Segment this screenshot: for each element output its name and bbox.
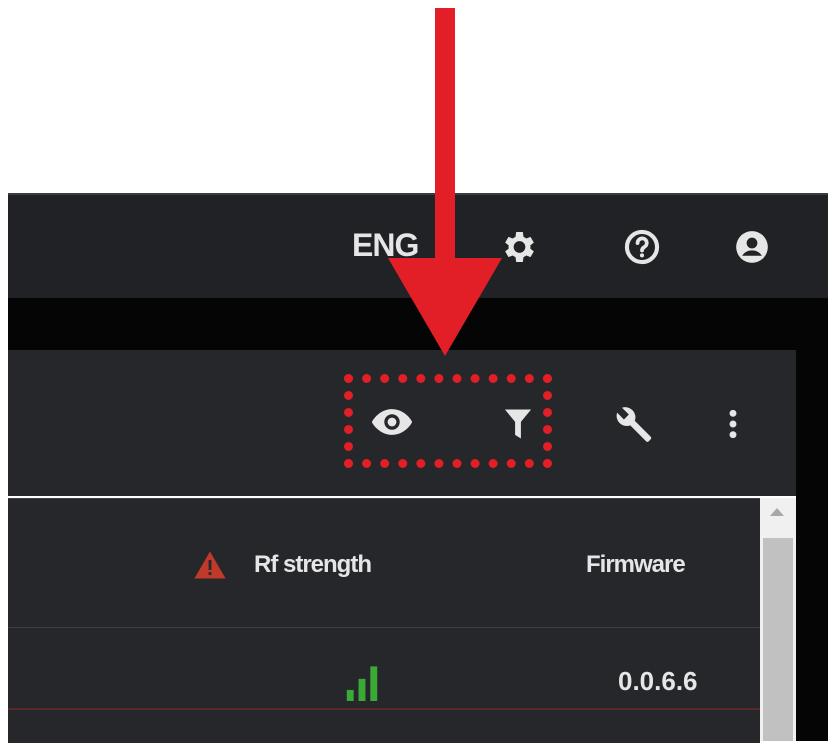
scroll-up-arrow-icon[interactable] [770,508,784,516]
wrench-icon[interactable] [606,400,658,448]
signal-strength-icon [338,662,386,704]
help-icon[interactable] [618,223,666,271]
annotation-arrow-icon [388,8,502,356]
column-header-firmware[interactable]: Firmware [586,551,686,579]
table-row[interactable]: 0.0.6.6 [8,628,760,708]
warning-icon [190,547,230,583]
side-gutter [796,350,828,741]
table-header: Rf strength Firmware [8,498,760,628]
table-row[interactable] [8,708,760,743]
highlight-box [344,374,552,468]
scrollbar-thumb[interactable] [763,538,793,741]
account-icon[interactable] [728,223,776,271]
vertical-scrollbar[interactable] [760,498,796,741]
column-header-rf-strength[interactable]: Rf strength [254,551,372,579]
firmware-cell: 0.0.6.6 [618,666,698,696]
more-vert-icon[interactable] [718,400,748,448]
